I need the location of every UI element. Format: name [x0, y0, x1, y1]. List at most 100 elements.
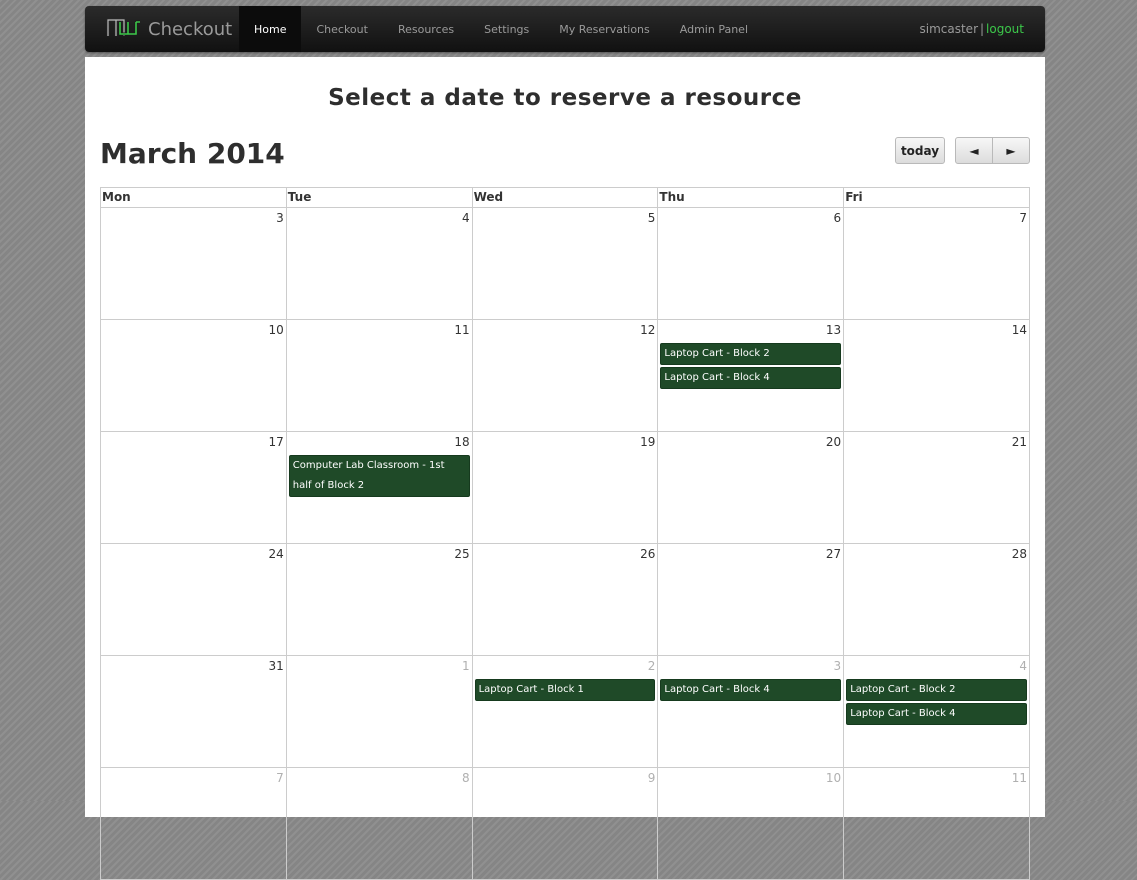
today-button[interactable]: today [895, 137, 945, 164]
calendar-day-cell[interactable]: 5 [473, 208, 659, 319]
day-number: 2 [647, 659, 656, 673]
calendar-day-cell[interactable]: 17 [101, 432, 287, 543]
calendar-day-cell[interactable]: 3 Laptop Cart - Block 4 [658, 656, 845, 767]
day-number: 7 [276, 771, 284, 785]
calendar-day-cell[interactable]: 26 [473, 544, 659, 655]
reservation-event[interactable]: Laptop Cart - Block 2 [660, 343, 842, 365]
reservation-event[interactable]: Computer Lab Classroom - 1st half of Blo… [288, 455, 470, 497]
page-title: Select a date to reserve a resource [328, 85, 802, 111]
day-number: 9 [647, 771, 656, 785]
calendar-day-cell[interactable]: 11 [287, 320, 473, 431]
calendar-day-cell[interactable]: 20 [658, 432, 845, 543]
calendar-day-cell[interactable]: 10 [658, 768, 845, 879]
header-fri: Fri [844, 188, 1030, 207]
day-number: 10 [825, 771, 842, 785]
calendar-day-cell[interactable]: 14 [844, 320, 1030, 431]
day-events: Laptop Cart - Block 2 Laptop Cart - Block… [846, 679, 1027, 727]
calendar-day-cell[interactable]: 12 [473, 320, 659, 431]
calendar-day-cell[interactable]: 27 [658, 544, 845, 655]
day-number: 13 [825, 323, 842, 337]
reservation-event[interactable]: Laptop Cart - Block 4 [660, 367, 842, 389]
calendar-week-row: 24 25 26 27 28 [100, 544, 1030, 656]
day-number: 4 [461, 211, 470, 225]
reservation-event[interactable]: Laptop Cart - Block 1 [474, 679, 656, 701]
calendar-week-row: 10 11 12 13 Laptop Cart - Block 2 Laptop Cart… [100, 320, 1030, 432]
day-number: 3 [276, 211, 284, 225]
day-number: 11 [454, 323, 470, 337]
reservation-event[interactable]: Laptop Cart - Block 2 [846, 679, 1027, 701]
day-number: 4 [1019, 659, 1027, 673]
day-number: 3 [833, 659, 842, 673]
nav-item-checkout[interactable]: Checkout [301, 6, 382, 52]
calendar-week-row: 17 18 Computer Lab Classroom - 1st half of… [100, 432, 1030, 544]
day-number: 8 [461, 771, 470, 785]
day-number: 5 [647, 211, 656, 225]
calendar-day-cell[interactable]: 11 [844, 768, 1030, 879]
calendar-day-cell[interactable]: 2 Laptop Cart - Block 1 [473, 656, 659, 767]
day-number: 17 [268, 435, 284, 449]
next-month-button[interactable]: ► [992, 137, 1030, 164]
nav-item-admin-panel[interactable]: Admin Panel [665, 6, 763, 52]
calendar-day-cell[interactable]: 7 [101, 768, 287, 879]
reservation-event[interactable]: Laptop Cart - Block 4 [846, 703, 1027, 725]
calendar-body: 3 4 5 6 7 10 11 12 13 Laptop Cart - Block 2 Laptop… [100, 208, 1030, 880]
calendar-day-cell[interactable]: 6 [658, 208, 845, 319]
day-number: 11 [1011, 771, 1027, 785]
calendar-day-cell[interactable]: 1 [287, 656, 473, 767]
top-navbar: Checkout Home Checkout Resources Setting… [85, 6, 1045, 52]
calendar-day-cell[interactable]: 31 [101, 656, 287, 767]
calendar-week-row: 7 8 9 10 11 [100, 768, 1030, 880]
day-number: 20 [825, 435, 842, 449]
logout-link[interactable]: logout [986, 22, 1024, 36]
nav-item-my-reservations[interactable]: My Reservations [544, 6, 665, 52]
calendar-day-cell[interactable]: 28 [844, 544, 1030, 655]
brand-logo-icon [106, 16, 142, 42]
day-number: 25 [454, 547, 470, 561]
day-number: 26 [640, 547, 656, 561]
brand-name: Checkout [148, 18, 233, 40]
nav-item-settings[interactable]: Settings [469, 6, 544, 52]
calendar-day-cell[interactable]: 4 Laptop Cart - Block 2 Laptop Cart - Bloc… [844, 656, 1030, 767]
nav-item-home[interactable]: Home [239, 6, 302, 52]
day-number: 12 [640, 323, 656, 337]
day-number: 7 [1019, 211, 1027, 225]
calendar-header: Mon Tue Wed Thu Fri [100, 187, 1030, 208]
calendar-day-cell[interactable]: 4 [287, 208, 473, 319]
calendar-day-cell[interactable]: 9 [473, 768, 659, 879]
nav-item-resources[interactable]: Resources [383, 6, 469, 52]
calendar-month-title: March 2014 [100, 137, 285, 170]
day-number: 31 [268, 659, 284, 673]
header-tue: Tue [287, 188, 473, 207]
header-mon: Mon [101, 188, 287, 207]
calendar-day-cell[interactable]: 13 Laptop Cart - Block 2 Laptop Cart - Blo… [658, 320, 845, 431]
calendar-day-cell[interactable]: 7 [844, 208, 1030, 319]
calendar-day-cell[interactable]: 8 [287, 768, 473, 879]
arrow-right-icon: ► [1006, 143, 1016, 158]
main-nav: Home Checkout Resources Settings My Rese… [239, 6, 763, 52]
day-number: 14 [1011, 323, 1027, 337]
calendar-day-cell[interactable]: 18 Computer Lab Classroom - 1st half of B… [287, 432, 473, 543]
brand[interactable]: Checkout [106, 6, 232, 52]
day-number: 27 [825, 547, 842, 561]
reservation-event[interactable]: Laptop Cart - Block 4 [660, 679, 842, 701]
calendar-week-row: 3 4 5 6 7 [100, 208, 1030, 320]
day-events: Laptop Cart - Block 4 [660, 679, 842, 703]
day-number: 21 [1011, 435, 1027, 449]
calendar-day-cell[interactable]: 25 [287, 544, 473, 655]
calendar-day-cell[interactable]: 21 [844, 432, 1030, 543]
day-number: 10 [268, 323, 284, 337]
header-wed: Wed [473, 188, 659, 207]
calendar-day-cell[interactable]: 3 [101, 208, 287, 319]
calendar-grid: Mon Tue Wed Thu Fri 3 4 5 6 7 10 11 12 13 Laptop … [100, 187, 1030, 880]
calendar-day-cell[interactable]: 10 [101, 320, 287, 431]
day-number: 1 [461, 659, 470, 673]
main-content: Select a date to reserve a resource Marc… [85, 57, 1045, 880]
day-number: 24 [268, 547, 284, 561]
day-number: 19 [640, 435, 656, 449]
prev-month-button[interactable]: ◄ [955, 137, 993, 164]
day-events: Computer Lab Classroom - 1st half of Blo… [288, 455, 470, 499]
calendar-day-cell[interactable]: 24 [101, 544, 287, 655]
calendar-day-cell[interactable]: 19 [473, 432, 659, 543]
day-number: 18 [454, 435, 470, 449]
day-events: Laptop Cart - Block 1 [474, 679, 656, 703]
